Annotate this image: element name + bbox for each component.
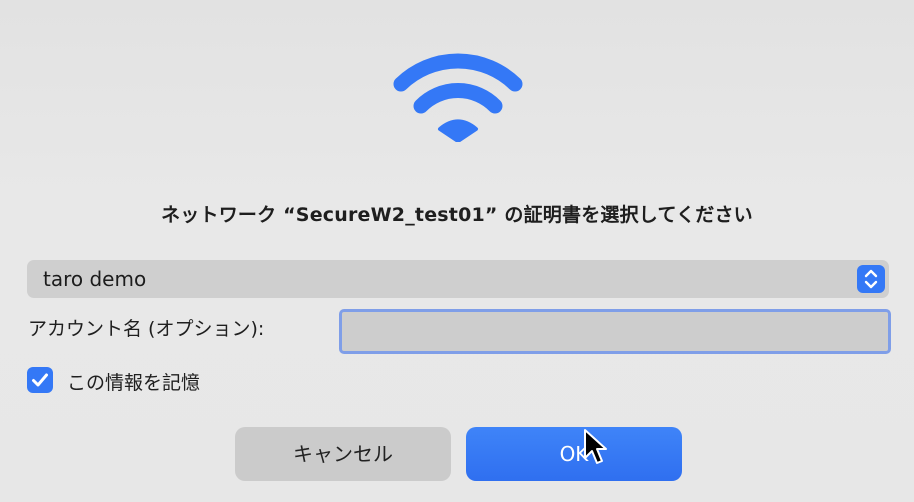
account-name-label: アカウント名 (オプション):: [28, 318, 265, 340]
remember-checkbox[interactable]: [27, 367, 53, 393]
certificate-select-value: taro demo: [43, 267, 147, 291]
account-name-input[interactable]: [339, 309, 891, 354]
checkmark-icon: [32, 373, 48, 387]
select-stepper-icon[interactable]: [857, 265, 885, 293]
wifi-icon: [393, 53, 523, 142]
mouse-pointer-icon: [584, 429, 607, 464]
certificate-dialog: ネットワーク “SecureW2_test01” の証明書を選択してください t…: [0, 0, 914, 502]
remember-label: この情報を記憶: [67, 372, 201, 394]
dialog-title: ネットワーク “SecureW2_test01” の証明書を選択してください: [161, 204, 753, 226]
certificate-select[interactable]: taro demo: [27, 260, 889, 298]
ok-button[interactable]: OK: [466, 427, 682, 481]
cancel-button[interactable]: キャンセル: [235, 427, 451, 481]
